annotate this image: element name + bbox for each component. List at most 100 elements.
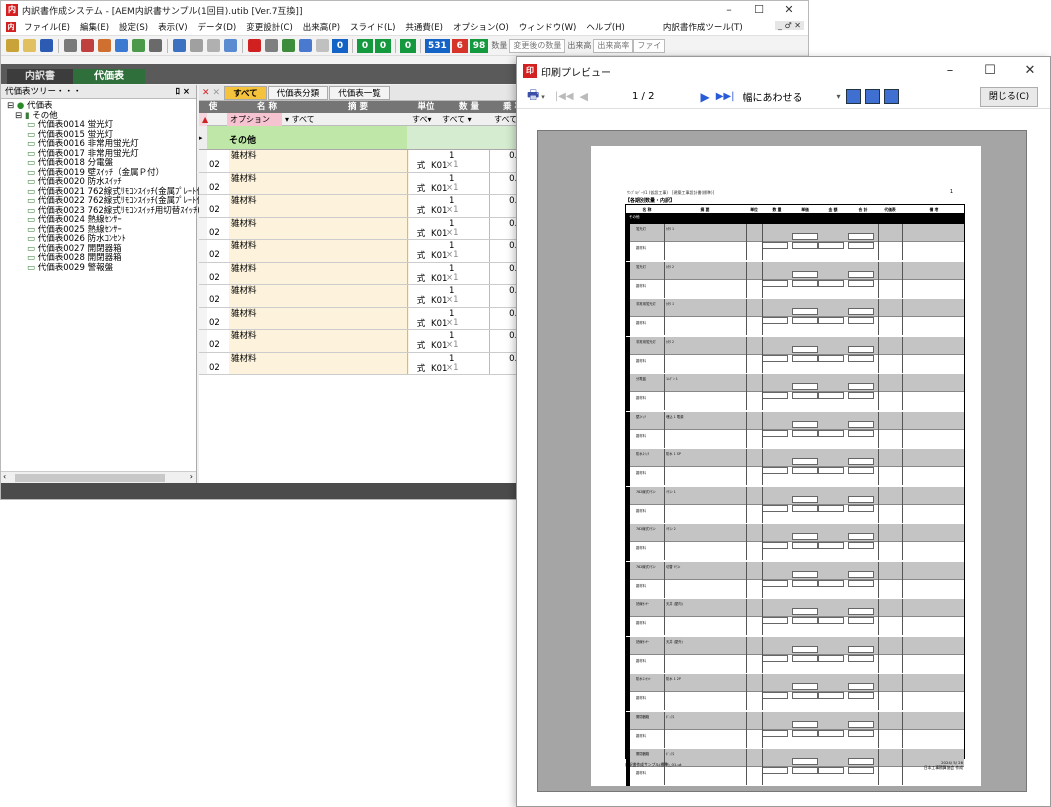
tree-hscrollbar[interactable]: ‹ › — [1, 471, 196, 483]
filter-all-summary[interactable]: ▾ すべて — [282, 113, 407, 126]
print-dropdown-icon[interactable]: ▾ — [541, 93, 545, 101]
menu-item[interactable]: 表示(V) — [153, 21, 192, 33]
last-page-icon[interactable]: ▶▶| — [716, 91, 735, 102]
toolbar-tool-icon[interactable] — [23, 39, 36, 52]
fit-select[interactable]: 幅にあわせる — [742, 89, 802, 104]
tab-uchiwake[interactable]: 内訳書 — [7, 69, 73, 84]
toolbar-tool-icon[interactable] — [149, 39, 162, 52]
doc-row-sub: 雑材料 — [626, 654, 964, 674]
row-mult: ×1 — [446, 272, 459, 283]
menu-item[interactable]: 設定(S) — [114, 21, 153, 33]
preview-canvas: ｻﾝﾌﾟﾙﾃﾞｰﾀ1 (仮設工事) [建築工事設計書(標準)] 1 【各期別数量… — [537, 130, 1027, 792]
toolbar-tool-icon[interactable] — [173, 39, 186, 52]
clear-filter-icon[interactable]: ✕ — [202, 88, 210, 98]
toolbar-counter[interactable]: 531 — [425, 38, 450, 53]
toolbar-tool-icon[interactable] — [207, 39, 220, 52]
zoom-in-icon[interactable] — [846, 89, 862, 104]
filter-tab-category[interactable]: 代価表分類 — [267, 85, 329, 100]
preview-close-button[interactable]: 閉じる(C) — [980, 87, 1038, 107]
tree-header-tools[interactable]: ﾛ × — [176, 85, 190, 99]
col-use[interactable]: 使 — [199, 101, 227, 113]
tab-daika[interactable]: 代価表 — [73, 69, 145, 84]
toolbar-tool-icon[interactable] — [282, 39, 295, 52]
toolbar-tool-icon[interactable] — [81, 39, 94, 52]
maximize-button[interactable]: ☐ — [744, 1, 774, 19]
filter-unit[interactable]: すべ▾ — [409, 113, 439, 126]
toolbar-counter[interactable]: 0 — [400, 38, 416, 53]
toolbar-tool-icon[interactable] — [316, 39, 329, 52]
toolbar-tool-icon[interactable] — [98, 39, 111, 52]
doc-column-line — [902, 224, 903, 260]
toolbar-counter[interactable]: 0 — [375, 38, 391, 53]
menu-item[interactable]: 内訳書作成ツール(T) — [658, 21, 748, 33]
toolbar-tool-icon[interactable] — [248, 39, 261, 52]
filter-qty[interactable]: すべて ▾ — [439, 113, 491, 126]
menu-item[interactable]: ヘルプ(H) — [581, 21, 630, 33]
scroll-right-icon[interactable]: › — [190, 472, 193, 481]
toolbar-counter[interactable]: 0 — [332, 38, 348, 53]
doc-row-sub: 雑材料 — [626, 729, 964, 749]
first-page-icon[interactable]: |◀◀ — [555, 91, 574, 102]
filter-toggle-icon[interactable]: ✕ — [213, 88, 221, 98]
filter-tab-all[interactable]: すべて — [224, 85, 267, 100]
tree-scroll-thumb[interactable] — [15, 474, 165, 482]
qty-mode-combo[interactable]: 変更後の数量 — [509, 38, 566, 53]
fit-page-icon[interactable] — [884, 89, 900, 104]
close-button[interactable]: ✕ — [774, 1, 804, 19]
col-unit[interactable]: 単位 — [409, 101, 443, 113]
toolbar-tool-icon[interactable] — [265, 39, 278, 52]
toolbar-counter[interactable]: 6 — [451, 38, 468, 53]
toolbar-tool-icon[interactable] — [224, 39, 237, 52]
tree-item[interactable]: ▭ 代価表0029 警報盤 — [7, 263, 196, 274]
row-name: 雑材料 — [229, 217, 409, 239]
print-icon[interactable]: 🖶 — [527, 86, 539, 108]
zoom-out-icon[interactable] — [865, 89, 881, 104]
menu-item[interactable]: 共通費(E) — [400, 21, 448, 33]
scroll-left-icon[interactable]: ‹ — [3, 472, 6, 481]
toolbar-tool-icon[interactable] — [299, 39, 312, 52]
row-mult: ×1 — [446, 340, 459, 350]
doc-column-line — [878, 711, 879, 748]
side-panel-tab[interactable]: ファイ — [633, 38, 666, 53]
doc-row-summary: 防水 1 2P — [666, 677, 681, 681]
menu-item[interactable]: データ(D) — [193, 21, 242, 33]
progress-mode-combo[interactable]: 出来高率 — [593, 38, 634, 53]
toolbar-tool-icon[interactable] — [132, 39, 145, 52]
filter-option[interactable]: オプション — [227, 113, 282, 126]
doc-row-summary: 天井 (屋外) — [666, 639, 683, 644]
toolbar-tool-icon[interactable] — [115, 39, 128, 52]
next-page-icon[interactable]: ▶ — [700, 90, 709, 104]
menu-item[interactable]: スライド(L) — [345, 21, 400, 33]
doc-row-marker — [626, 711, 630, 749]
toolbar-counter[interactable]: 98 — [469, 38, 489, 53]
doc-column-line — [746, 486, 747, 523]
toolbar-tool-icon[interactable] — [190, 39, 203, 52]
menu-item[interactable]: 編集(E) — [75, 21, 114, 33]
col-name[interactable]: 名 称 — [227, 101, 307, 113]
toolbar-tool-icon[interactable] — [64, 39, 77, 52]
doc-value-cell — [848, 242, 874, 249]
preview-minimize-button[interactable]: – — [930, 57, 970, 85]
doc-value-cell — [818, 542, 844, 549]
row-mult: ×1 — [446, 205, 459, 215]
mdi-controls[interactable]: _ ♂ ✕ — [775, 21, 804, 30]
col-qty[interactable]: 数 量 — [443, 101, 495, 113]
fit-dropdown-icon[interactable]: ▾ — [836, 92, 840, 101]
row-code: 02 — [207, 352, 229, 374]
menu-item[interactable]: オプション(O) — [448, 21, 514, 33]
menu-item[interactable]: 出来高(P) — [298, 21, 345, 33]
menu-item[interactable]: ファイル(E) — [19, 21, 75, 33]
menu-item[interactable]: ウィンドウ(W) — [514, 21, 582, 33]
preview-maximize-button[interactable]: ☐ — [970, 57, 1010, 85]
doc-row-marker — [626, 261, 630, 299]
toolbar-tool-icon[interactable] — [40, 39, 53, 52]
filter-tab-list[interactable]: 代価表一覧 — [329, 85, 390, 100]
toolbar-counter[interactable]: 0 — [357, 38, 373, 53]
doc-value-cell — [848, 233, 874, 240]
toolbar-tool-icon[interactable] — [6, 39, 19, 52]
menu-item[interactable]: 変更設計(C) — [241, 21, 298, 33]
col-summary[interactable]: 摘 要 — [307, 101, 409, 113]
minimize-button[interactable]: – — [714, 1, 744, 19]
prev-page-icon[interactable]: ◀ — [580, 90, 588, 103]
preview-close-window-button[interactable]: ✕ — [1010, 57, 1050, 85]
